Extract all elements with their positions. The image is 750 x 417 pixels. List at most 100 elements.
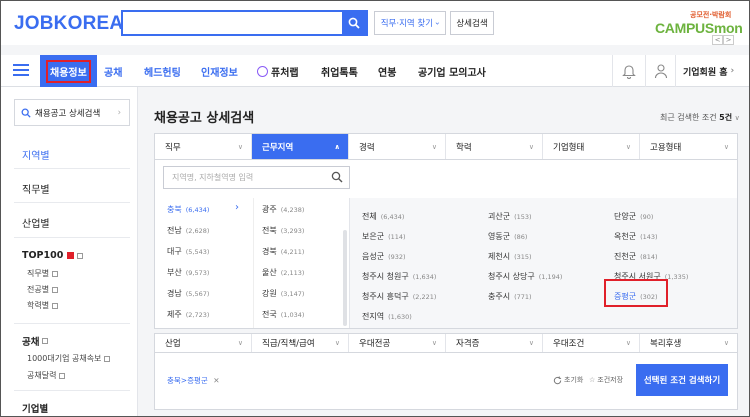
district-item[interactable]: 전지역 (1,630) [362,311,412,322]
sidebar-item-top100[interactable]: TOP100 [22,250,84,261]
nav-talent[interactable]: 인재정보 [201,55,238,87]
province-item[interactable]: 부산 (9,573) [167,267,209,278]
expand-box-icon [42,338,49,344]
district-item[interactable]: 괴산군 (153) [488,211,532,222]
district-item[interactable]: 전체 (6,434) [362,211,404,222]
tab-career[interactable]: 경력 ∨ [349,134,446,159]
district-item[interactable]: 진천군 (814) [614,251,658,262]
province-item[interactable]: 경남 (5,567) [167,288,209,299]
province-item[interactable]: 울산 (2,113) [262,267,304,278]
atom-icon [257,65,268,77]
province-item[interactable]: 전북 (3,293) [262,225,304,236]
province-item[interactable]: 충북 (6,434) [167,204,209,215]
sidebar-subitem-job[interactable]: 직무별 [27,268,59,279]
tab-preferred-major[interactable]: 우대전공 ∨ [349,334,446,352]
province-item[interactable]: 전남 (2,628) [167,225,209,236]
province-item[interactable]: 경북 (4,211) [262,246,304,257]
job-region-filter-button[interactable]: 직무·지역 찾기 › [374,11,446,35]
tab-company-type[interactable]: 기업형태 ∨ [543,134,640,159]
reset-button[interactable]: 초기화 [553,375,583,385]
chevron-down-icon: ∨ [723,339,729,347]
region-search-input[interactable]: 지역명, 지하철역명 입력 [163,166,350,189]
sidebar-item-gongchae[interactable]: 공채 [22,334,49,348]
chevron-down-icon: ∨ [334,339,340,347]
gongchae-label: 공채 [22,337,40,348]
chevron-down-icon: ∨ [625,142,631,151]
nav-talk[interactable]: 취업톡톡 [321,55,358,87]
sidebar-subitem-major[interactable]: 전공별 [27,284,59,295]
province-name: 광주 [262,205,277,214]
close-icon[interactable]: ✕ [213,376,219,385]
next-arrow-icon[interactable]: > [723,35,734,45]
list-scrollbar[interactable] [343,230,347,326]
nav-headhunting[interactable]: 헤드헌팅 [144,55,181,87]
tab-rank-salary[interactable]: 직급/직책/급여 ∨ [252,334,349,352]
nav-mock-exam[interactable]: 공기업 모의고사 [418,55,486,87]
save-condition-button[interactable]: ☆ 조건저장 [589,375,623,385]
tab-job[interactable]: 직무 ∨ [155,134,252,159]
search-input[interactable] [123,12,342,34]
chevron-down-icon: ∨ [734,114,740,122]
prev-arrow-icon[interactable]: < [712,35,723,45]
tab-education[interactable]: 학력 ∨ [446,134,543,159]
sidebar-item-job[interactable]: 직무별 [22,181,50,196]
province-item[interactable]: 강원 (3,147) [262,288,304,299]
recent-searches[interactable]: 최근 검색한 조건 5건 ∨ [660,112,740,123]
user-icon[interactable] [654,63,668,79]
district-item[interactable]: 영동군 (86) [488,231,527,242]
district-item[interactable]: 청주시 청원구 (1,634) [362,271,436,282]
province-count: (5,543) [185,248,210,256]
nav-gongchae[interactable]: 공채 [104,55,122,87]
district-name: 영동군 [488,232,511,241]
nav-futurelab[interactable]: 퓨처랩 [257,55,299,87]
selected-chip[interactable]: 충북>증평군 ✕ [167,375,219,386]
detail-search-button[interactable]: 상세검색 [450,11,494,35]
province-item[interactable]: 광주 (4,238) [262,204,304,215]
tab-employment-type[interactable]: 고용형태 ∨ [640,134,737,159]
tab-label: 고용형태 [650,142,682,153]
tab-label: 직무 [165,142,181,153]
district-item[interactable]: 보은군 (114) [362,231,406,242]
top100-label: TOP100 [22,250,64,261]
menu-icon[interactable] [13,64,29,76]
box-icon [52,286,59,293]
district-item[interactable]: 청주시 상당구 (1,194) [488,271,562,282]
district-item[interactable]: 음성군 (932) [362,251,406,262]
district-item[interactable]: 충주시 (771) [488,291,532,302]
district-item[interactable]: 청주시 흥덕구 (2,221) [362,291,436,302]
district-name: 음성군 [362,252,385,261]
recent-label: 최근 검색한 조건 [660,113,717,122]
sidebar-subitem-gongchae-calendar[interactable]: 공채달력 [27,370,66,381]
province-name: 전북 [262,226,277,235]
sidebar-item-company[interactable]: 기업별 [22,401,48,415]
jobkorea-logo[interactable]: JOBKOREA [14,13,123,35]
nav-recruit[interactable]: 채용정보 [40,55,97,87]
corp-home-link[interactable]: 기업회원 홈 › [683,55,734,87]
sidebar-item-industry[interactable]: 산업별 [22,215,50,230]
tab-label: 직급/직책/급여 [262,339,315,349]
district-name: 전지역 [362,312,385,321]
tab-benefits[interactable]: 복리후생 ∨ [640,334,737,352]
sidebar-subitem-gongchae-news[interactable]: 1000대기업 공채속보 [27,353,111,364]
tab-region[interactable]: 근무지역 ∧ [252,134,349,159]
tab-certificate[interactable]: 자격증 ∨ [446,334,543,352]
search-selected-button[interactable]: 선택된 조건 검색하기 [636,364,728,396]
search-button[interactable] [342,12,366,34]
district-item[interactable]: 단양군 (90) [614,211,653,222]
province-item[interactable]: 제주 (2,723) [167,309,209,320]
tab-preferred-conditions[interactable]: 우대조건 ∨ [543,334,640,352]
province-item[interactable]: 전국 (1,034) [262,309,304,320]
province-name: 전국 [262,310,277,319]
search-icon[interactable] [331,171,343,183]
detail-search-link[interactable]: 채용공고 상세검색 › [14,99,130,126]
bell-icon[interactable] [622,63,636,79]
sidebar-subitem-education[interactable]: 학력별 [27,300,59,311]
district-item[interactable]: 제천시 (315) [488,251,532,262]
nav-salary[interactable]: 연봉 [378,55,396,87]
campusmon-logo[interactable]: CAMPUSmon [655,20,743,36]
page-title: 채용공고 상세검색 [154,111,255,126]
tab-industry[interactable]: 산업 ∨ [155,334,252,352]
sidebar-item-region[interactable]: 지역별 [22,147,50,162]
province-item[interactable]: 대구 (5,543) [167,246,209,257]
district-item[interactable]: 옥천군 (143) [614,231,658,242]
